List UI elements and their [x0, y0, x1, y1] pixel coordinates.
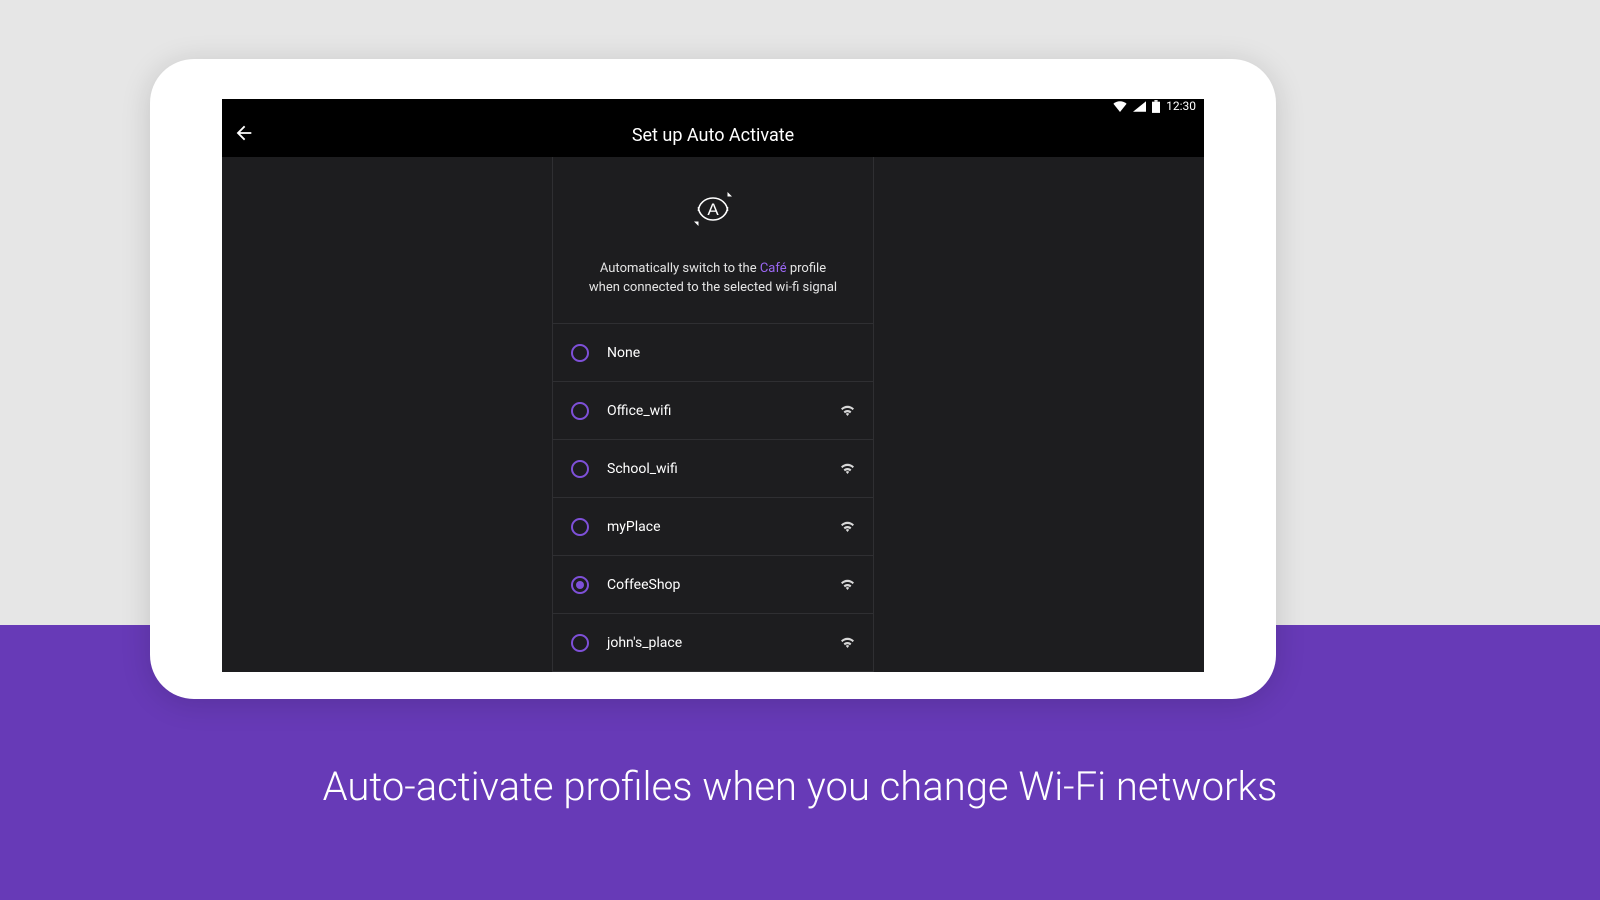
- battery-icon: [1152, 100, 1160, 113]
- wifi-status-icon: [1113, 101, 1127, 112]
- wifi-signal-icon: [840, 633, 855, 652]
- network-label: None: [607, 345, 855, 361]
- arrow-left-icon: [233, 122, 255, 148]
- network-label: john's_place: [607, 635, 840, 651]
- clock: 12:30: [1166, 99, 1196, 113]
- intro-line1-pre: Automatically switch to the: [600, 261, 760, 276]
- tablet-frame: 12:30 Set up Auto Activate: [150, 59, 1276, 699]
- network-row[interactable]: Office_wifi: [553, 382, 873, 440]
- column-right: [874, 157, 1204, 672]
- wifi-signal-icon: [840, 517, 855, 536]
- network-label: Office_wifi: [607, 403, 840, 419]
- network-label: CoffeeShop: [607, 577, 840, 593]
- radio-button[interactable]: [571, 634, 589, 652]
- column-main: A Automatically switch to the Café profi…: [552, 157, 874, 672]
- network-row[interactable]: School_wifi: [553, 440, 873, 498]
- column-left: [222, 157, 552, 672]
- intro-line2: when connected to the selected wi-fi sig…: [589, 280, 837, 295]
- network-label: myPlace: [607, 519, 840, 535]
- radio-button[interactable]: [571, 576, 589, 594]
- intro-line1-post: profile: [787, 261, 826, 276]
- intro-profile-name: Café: [760, 261, 787, 276]
- cell-signal-icon: [1133, 101, 1146, 112]
- radio-button[interactable]: [571, 518, 589, 536]
- network-row[interactable]: john's_place: [553, 614, 873, 672]
- app-bar: Set up Auto Activate: [222, 113, 1204, 157]
- svg-text:A: A: [707, 200, 719, 219]
- wifi-signal-icon: [840, 459, 855, 478]
- network-row[interactable]: myPlace: [553, 498, 873, 556]
- network-list: None Office_wifi School_wifi myPlace CoffeeS…: [553, 324, 873, 672]
- page-title: Set up Auto Activate: [222, 125, 1204, 146]
- wifi-signal-icon: [840, 575, 855, 594]
- radio-button[interactable]: [571, 344, 589, 362]
- status-bar: 12:30: [222, 99, 1204, 113]
- radio-button[interactable]: [571, 460, 589, 478]
- back-button[interactable]: [222, 113, 266, 157]
- promo-caption: Auto-activate profiles when you change W…: [0, 763, 1600, 810]
- network-row[interactable]: CoffeeShop: [553, 556, 873, 614]
- network-label: School_wifi: [607, 461, 840, 477]
- content: A Automatically switch to the Café profi…: [222, 157, 1204, 672]
- wifi-signal-icon: [840, 401, 855, 420]
- intro-block: A Automatically switch to the Café profi…: [553, 157, 873, 324]
- screen: 12:30 Set up Auto Activate: [222, 99, 1204, 672]
- intro-text: Automatically switch to the Café profile…: [589, 259, 837, 297]
- network-row[interactable]: None: [553, 324, 873, 382]
- auto-activate-icon: A: [689, 185, 737, 237]
- radio-button[interactable]: [571, 402, 589, 420]
